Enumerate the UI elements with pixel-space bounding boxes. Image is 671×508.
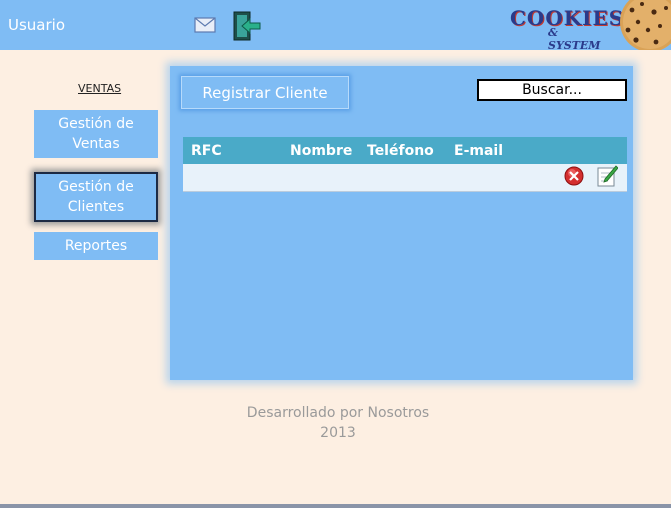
sidebar-item-gestion-ventas[interactable]: Gestión de Ventas: [34, 110, 158, 158]
user-label[interactable]: Usuario: [8, 16, 65, 34]
header-bar: Usuario COOKIES & SYSTEM: [0, 0, 671, 52]
sidebar-item-reportes[interactable]: Reportes: [34, 232, 158, 260]
mail-icon[interactable]: [194, 17, 216, 33]
app-logo: COOKIES & SYSTEM: [508, 6, 623, 52]
footer: Desarrollado por Nosotros 2013: [170, 403, 506, 443]
sidebar-item-label: Clientes: [67, 199, 125, 215]
sidebar-item-label: Ventas: [72, 136, 120, 152]
bottom-border: [0, 504, 671, 508]
exit-icon[interactable]: [231, 10, 261, 42]
table-row[interactable]: [183, 164, 627, 192]
sidebar-item-label: Gestión de: [58, 116, 134, 132]
sidebar-item-label: Reportes: [64, 238, 128, 254]
footer-credit: Desarrollado por Nosotros: [246, 405, 430, 421]
sidebar-item-label: Gestión de: [58, 179, 134, 195]
column-header-telefono: Teléfono: [367, 143, 434, 159]
sidebar-item-gestion-clientes[interactable]: Gestión de Clientes: [34, 172, 158, 222]
column-header-nombre: Nombre: [290, 143, 353, 159]
cookie-icon: [620, 0, 671, 50]
main-panel: [170, 66, 633, 380]
register-client-button[interactable]: Registrar Cliente: [181, 76, 349, 109]
column-header-email: E-mail: [454, 143, 504, 159]
search-input[interactable]: Buscar...: [477, 79, 627, 101]
edit-icon[interactable]: [596, 164, 618, 188]
footer-year: 2013: [320, 425, 356, 441]
sidebar-title: VENTAS: [78, 82, 122, 95]
table-header: RFC Nombre Teléfono E-mail: [183, 137, 627, 164]
delete-icon[interactable]: [564, 166, 584, 186]
column-header-rfc: RFC: [191, 143, 222, 159]
logo-subtext: & SYSTEM: [548, 26, 601, 52]
